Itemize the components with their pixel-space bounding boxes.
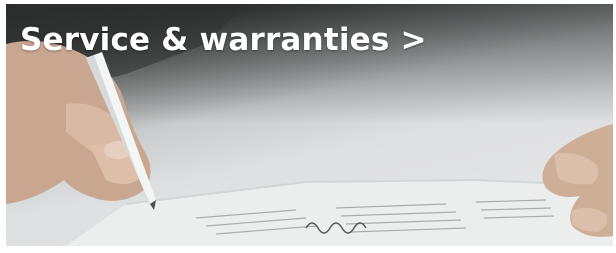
banner-title[interactable]: Service & warranties > [20, 20, 427, 60]
service-warranties-banner[interactable]: Service & warranties > [6, 4, 613, 246]
